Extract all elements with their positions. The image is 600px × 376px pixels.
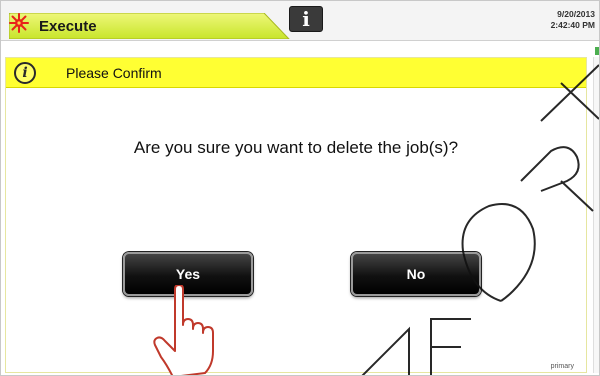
date-time-display: 9/20/2013 2:42:40 PM xyxy=(551,9,595,31)
info-circle-icon: i xyxy=(14,62,36,84)
info-button[interactable]: i xyxy=(289,6,323,32)
dialog-title: Please Confirm xyxy=(66,65,162,81)
footer-text: primary xyxy=(550,363,574,370)
tab-execute-label: Execute xyxy=(39,18,97,35)
date-text: 9/20/2013 xyxy=(557,9,595,19)
dialog-header: i Please Confirm xyxy=(6,58,586,88)
hand-pointer-icon xyxy=(153,285,214,375)
time-text: 2:42:40 PM xyxy=(550,20,595,30)
app-window: Execute i 9/20/2013 2:42:40 PM i Please … xyxy=(0,0,600,376)
right-panel-edge xyxy=(593,57,599,373)
no-button[interactable]: No xyxy=(351,252,481,296)
confirm-dialog: i Please Confirm Are you sure you want t… xyxy=(5,57,587,373)
tab-execute[interactable]: Execute xyxy=(9,13,294,39)
confirm-message: Are you sure you want to delete the job(… xyxy=(133,138,459,157)
status-indicator xyxy=(595,47,599,55)
top-bar: Execute i 9/20/2013 2:42:40 PM xyxy=(1,1,599,41)
laser-burst-icon xyxy=(9,13,29,33)
info-icon: i xyxy=(302,7,310,31)
